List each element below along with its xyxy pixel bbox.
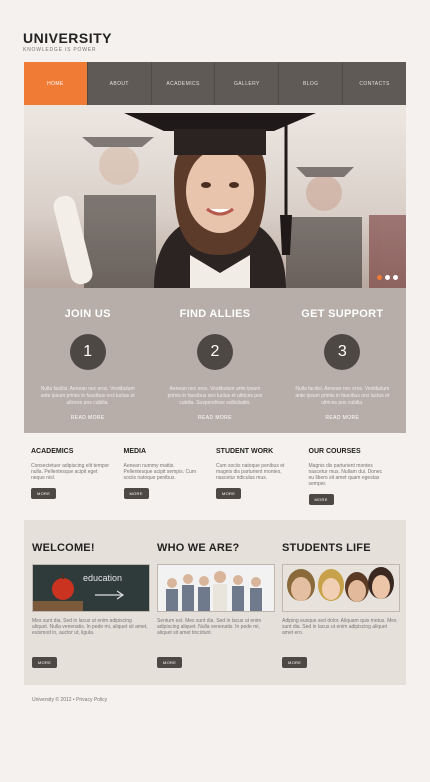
education-chalk-text: education bbox=[83, 573, 122, 583]
nav-item-academics[interactable]: ACADEMICS bbox=[152, 62, 216, 105]
nav-item-blog[interactable]: BLOG bbox=[279, 62, 344, 105]
column-text: Magnis dis parturient montes nascetur mu… bbox=[308, 463, 383, 487]
read-more-link[interactable]: READ MORE bbox=[279, 415, 406, 421]
step-join-us: JOIN US 1 Nulla facilisi. Aenean nec ero… bbox=[24, 288, 151, 433]
site-logo[interactable]: UNIVERSITY bbox=[23, 30, 112, 46]
step-get-support: GET SUPPORT 3 Nulla facilisi. Aenean nec… bbox=[279, 288, 406, 433]
step-find-allies: FIND ALLIES 2 Aenean nec eros. Vestibulu… bbox=[151, 288, 278, 433]
slider-dot[interactable] bbox=[385, 275, 390, 280]
footer-copyright[interactable]: University © 2012 • Privacy Policy bbox=[32, 697, 107, 703]
panel-text: Sentum est. Mes sunt dia. Sed in lacus u… bbox=[157, 618, 262, 636]
site-header: UNIVERSITY KNOWLEDGE IS POWER bbox=[23, 30, 112, 53]
step-title: GET SUPPORT bbox=[301, 308, 384, 320]
more-button[interactable]: MORE bbox=[31, 488, 57, 499]
column-academics: ACADEMICS Consectetuer adipiscing elit t… bbox=[31, 448, 124, 506]
step-number-badge: 1 bbox=[69, 334, 106, 370]
site-tagline: KNOWLEDGE IS POWER bbox=[23, 47, 97, 53]
more-button[interactable]: MORE bbox=[157, 657, 183, 668]
nav-item-home[interactable]: HOME bbox=[24, 62, 88, 105]
slider-dot[interactable] bbox=[393, 275, 398, 280]
read-more-link[interactable]: READ MORE bbox=[151, 415, 278, 421]
more-button[interactable]: MORE bbox=[123, 488, 149, 499]
column-media: MEDIA Aenean nummy mattis. Pellentesque … bbox=[123, 448, 217, 506]
more-button[interactable]: MORE bbox=[282, 657, 308, 668]
group-photo-icon bbox=[158, 565, 274, 611]
panel-title: WELCOME! bbox=[32, 542, 95, 554]
steps-section: JOIN US 1 Nulla facilisi. Aenean nec ero… bbox=[24, 288, 406, 433]
step-text: Nulla facilisi. Aenean nec eros. Vestibu… bbox=[295, 386, 390, 406]
read-more-link[interactable]: READ MORE bbox=[24, 415, 151, 421]
hero-slider[interactable] bbox=[24, 105, 406, 288]
info-columns: ACADEMICS Consectetuer adipiscing elit t… bbox=[31, 448, 401, 506]
column-title: OUR COURSES bbox=[308, 448, 361, 455]
panel-title: WHO WE ARE? bbox=[157, 542, 240, 554]
column-title: MEDIA bbox=[123, 448, 147, 455]
step-text: Nulla facilisi. Aenean nec eros. Vestibu… bbox=[40, 386, 135, 406]
panel-text: Mes sunt dia. Sed in lacus ut enim adipi… bbox=[32, 618, 148, 636]
main-nav: HOME ABOUT ACADEMICS GALLERY BLOG CONTAC… bbox=[24, 62, 406, 105]
hero-graduates-image bbox=[53, 113, 406, 288]
panel-title: STUDENTS LIFE bbox=[282, 542, 371, 554]
nav-item-gallery[interactable]: GALLERY bbox=[215, 62, 280, 105]
column-text: Aenean nummy mattis. Pellentesque acipit… bbox=[123, 463, 197, 481]
students-photo-icon bbox=[283, 565, 399, 611]
nav-item-about[interactable]: ABOUT bbox=[88, 62, 152, 105]
column-title: STUDENT WORK bbox=[216, 448, 274, 455]
slider-dots bbox=[377, 275, 398, 280]
step-title: JOIN US bbox=[64, 308, 111, 320]
chalkboard-apple-icon: education bbox=[33, 565, 149, 611]
column-our-courses: OUR COURSES Magnis dis parturient montes… bbox=[308, 448, 402, 506]
column-text: Consectetuer adipiscing elit tempor null… bbox=[31, 463, 110, 481]
step-title: FIND ALLIES bbox=[179, 308, 251, 320]
column-title: ACADEMICS bbox=[31, 448, 74, 455]
more-button[interactable]: MORE bbox=[308, 494, 334, 505]
step-number-badge: 2 bbox=[196, 334, 233, 370]
step-text: Aenean nec eros. Vestibulum ante ipsum p… bbox=[167, 386, 263, 406]
education-image[interactable]: education bbox=[32, 564, 150, 612]
more-button[interactable]: MORE bbox=[216, 488, 242, 499]
step-number-badge: 3 bbox=[324, 334, 361, 370]
slider-dot[interactable] bbox=[377, 275, 382, 280]
more-button[interactable]: MORE bbox=[32, 657, 58, 668]
nav-item-contacts[interactable]: CONTACTS bbox=[343, 62, 406, 105]
smiling-students-image[interactable] bbox=[282, 564, 400, 612]
panel-text: Adiping eusque sed dolor. Aliquam quis m… bbox=[282, 618, 397, 636]
group-students-image[interactable] bbox=[157, 564, 275, 612]
column-text: Cum sociis natoque penibus et magnis dis… bbox=[216, 463, 285, 481]
column-student-work: STUDENT WORK Cum sociis natoque penibus … bbox=[216, 448, 309, 506]
feature-panel: WELCOME! education Mes sunt dia. Sed in … bbox=[24, 520, 406, 685]
